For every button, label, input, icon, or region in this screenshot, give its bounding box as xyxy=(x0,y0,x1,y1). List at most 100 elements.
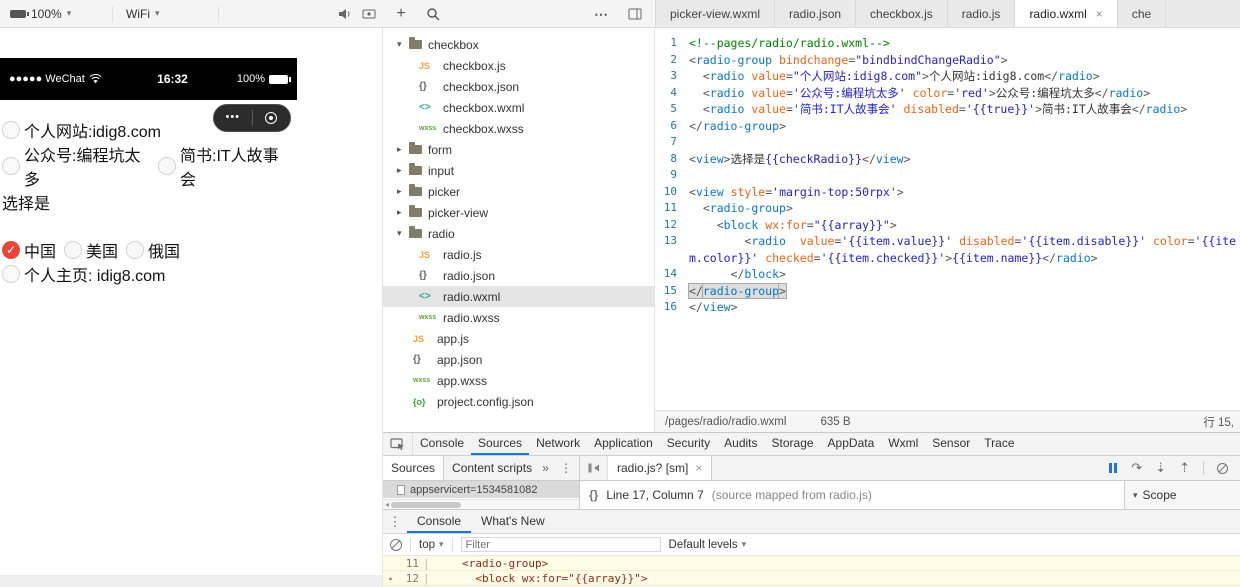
navigator-tab-sources[interactable]: Sources xyxy=(383,456,445,480)
tree-folder-form[interactable]: ▸ form xyxy=(383,139,654,160)
scroll-left-icon[interactable]: ◂ xyxy=(383,500,391,509)
editor-tab-checkbox.js[interactable]: checkbox.js xyxy=(856,0,948,27)
pause-script-button[interactable] xyxy=(1108,462,1118,474)
more-menu-button[interactable]: ⋯ xyxy=(590,3,612,25)
radio-option[interactable]: 个人主页: idig8.com xyxy=(2,262,165,286)
console-drawer-tab-console[interactable]: Console xyxy=(407,510,472,533)
source-file-tab[interactable]: radio.js? [sm] × xyxy=(608,456,713,480)
navigator-selected-file[interactable]: appservicert=1534581082 xyxy=(383,481,579,498)
battery-selector[interactable]: 100% ▾ xyxy=(10,0,71,27)
tree-file-radio.wxss[interactable]: wxss radio.wxss xyxy=(383,307,654,328)
mute-button[interactable] xyxy=(334,3,356,25)
radio-option[interactable]: ✓ 中国 xyxy=(2,238,56,262)
editor-tab-radio.wxml[interactable]: radio.wxml × xyxy=(1015,0,1118,27)
navigator-tab-content-scripts[interactable]: Content scripts xyxy=(444,456,540,480)
chevron-right-icon[interactable]: ▸ xyxy=(397,207,409,218)
tree-file-radio.js[interactable]: JS radio.js xyxy=(383,244,654,265)
tree-folder-picker-view[interactable]: ▸ picker-view xyxy=(383,202,654,223)
deactivate-breakpoints-button[interactable] xyxy=(1217,462,1228,474)
expand-triangle-icon[interactable]: ▸ xyxy=(383,574,399,583)
console-message[interactable]: 11 | <radio-group> xyxy=(383,556,1240,571)
clear-console-button[interactable] xyxy=(390,538,402,551)
tree-file-radio.wxml[interactable]: <> radio.wxml xyxy=(383,286,654,307)
devtools-tab-appdata[interactable]: AppData xyxy=(821,433,882,455)
devtools-tab-network[interactable]: Network xyxy=(529,433,587,455)
devtools-tab-wxml[interactable]: Wxml xyxy=(881,433,925,455)
radio-option[interactable]: 公众号:编程坑太多 xyxy=(2,142,150,190)
panel-toggle-button[interactable] xyxy=(624,3,646,25)
radio-option[interactable]: 美国 xyxy=(64,238,118,262)
add-compile-mode-button[interactable]: + xyxy=(390,3,412,25)
search-button[interactable] xyxy=(422,3,444,25)
console-drawer-tab-what-s-new[interactable]: What's New xyxy=(471,510,555,533)
radio-option[interactable]: 个人网站:idig8.com xyxy=(2,118,161,142)
step-into-button[interactable]: ⇣ xyxy=(1155,460,1166,476)
tree-file-checkbox.js[interactable]: JS checkbox.js xyxy=(383,55,654,76)
tree-folder-radio[interactable]: ▾ radio xyxy=(383,223,654,244)
devtools-tab-audits[interactable]: Audits xyxy=(717,433,764,455)
close-tab-icon[interactable]: × xyxy=(1096,7,1103,21)
tree-folder-picker[interactable]: ▸ picker xyxy=(383,181,654,202)
console-filter-input[interactable] xyxy=(460,537,661,552)
editor-tab-picker-view.wxml[interactable]: picker-view.wxml xyxy=(656,0,776,27)
log-levels-selector[interactable]: Default levels ▾ xyxy=(669,539,747,551)
radio-unchecked-icon[interactable] xyxy=(2,265,20,283)
chevron-down-icon[interactable]: ▾ xyxy=(397,228,409,239)
hide-navigator-button[interactable] xyxy=(580,456,608,480)
tree-file-app.js[interactable]: JS app.js xyxy=(383,328,654,349)
console-filter-bar: top ▾ Default levels ▾ xyxy=(383,534,1240,556)
devtools-tab-application[interactable]: Application xyxy=(587,433,660,455)
tree-file-app.json[interactable]: {} app.json xyxy=(383,349,654,370)
radio-option[interactable]: 俄国 xyxy=(126,238,180,262)
overflow-tabs-icon[interactable]: » xyxy=(540,456,551,480)
code-token: style xyxy=(730,184,766,199)
execution-context-selector[interactable]: top ▾ xyxy=(419,539,444,551)
devtools-tab-console[interactable]: Console xyxy=(413,433,471,455)
editor-tab-che[interactable]: che xyxy=(1118,0,1167,27)
network-selector[interactable]: WiFi ▾ xyxy=(126,0,160,27)
radio-unchecked-icon[interactable] xyxy=(2,121,20,139)
chevron-down-icon[interactable]: ▾ xyxy=(397,39,409,50)
screenshot-button[interactable] xyxy=(358,3,380,25)
devtools-tab-trace[interactable]: Trace xyxy=(977,433,1021,455)
tree-file-checkbox.json[interactable]: {} checkbox.json xyxy=(383,76,654,97)
step-out-button[interactable]: ⇡ xyxy=(1179,460,1190,476)
line-number: 13 xyxy=(663,234,677,247)
editor-tab-radio.json[interactable]: radio.json xyxy=(775,0,857,27)
chevron-right-icon[interactable]: ▸ xyxy=(397,186,409,197)
devtools-tab-sources[interactable]: Sources xyxy=(471,433,530,455)
tree-file-radio.json[interactable]: {} radio.json xyxy=(383,265,654,286)
code-text: <view style='margin-top:50rpx'> xyxy=(689,184,1240,201)
editor-tab-label: radio.json xyxy=(789,6,842,21)
tree-file-checkbox.wxss[interactable]: wxss checkbox.wxss xyxy=(383,118,654,139)
radio-unchecked-icon[interactable] xyxy=(158,157,177,175)
navigator-hscrollbar[interactable]: ◂ xyxy=(383,499,579,509)
scrollbar-thumb[interactable] xyxy=(391,501,462,508)
radio-unchecked-icon[interactable] xyxy=(64,241,83,259)
devtools-tab-sensor[interactable]: Sensor xyxy=(925,433,977,455)
radio-unchecked-icon[interactable] xyxy=(2,157,20,175)
radio-unchecked-icon[interactable] xyxy=(126,241,145,259)
devtools-tab-security[interactable]: Security xyxy=(660,433,717,455)
step-over-button[interactable]: ↷ xyxy=(1131,460,1142,476)
tree-file-checkbox.wxml[interactable]: <> checkbox.wxml xyxy=(383,97,654,118)
scope-section-header[interactable]: ▾ Scope xyxy=(1124,481,1240,509)
devtools-tab-storage[interactable]: Storage xyxy=(765,433,821,455)
chevron-right-icon[interactable]: ▸ xyxy=(397,144,409,155)
editor-tab-radio.js[interactable]: radio.js xyxy=(948,0,1016,27)
navigator-menu-icon[interactable]: ⋮ xyxy=(553,456,579,480)
inspect-element-button[interactable] xyxy=(383,433,413,455)
tree-item-label: app.json xyxy=(437,352,483,367)
tree-folder-checkbox[interactable]: ▾ checkbox xyxy=(383,34,654,55)
chevron-right-icon[interactable]: ▸ xyxy=(397,165,409,176)
code-editor[interactable]: 1 <!--pages/radio/radio.wxml--> 2 <radio-gr… xyxy=(655,28,1240,410)
tree-file-app.wxss[interactable]: wxss app.wxss xyxy=(383,370,654,391)
drawer-menu-button[interactable]: ⋮ xyxy=(383,510,407,533)
code-token: > xyxy=(922,69,929,83)
tree-folder-input[interactable]: ▸ input xyxy=(383,160,654,181)
radio-option[interactable]: 简书:IT人故事会 xyxy=(158,142,289,190)
tree-file-project.config.json[interactable]: {o} project.config.json xyxy=(383,391,654,412)
console-message[interactable]: ▸ 12 | <block wx:for="{{array}}"> xyxy=(383,571,1240,586)
radio-checked-icon[interactable]: ✓ xyxy=(2,241,20,259)
close-icon[interactable]: × xyxy=(695,461,702,475)
